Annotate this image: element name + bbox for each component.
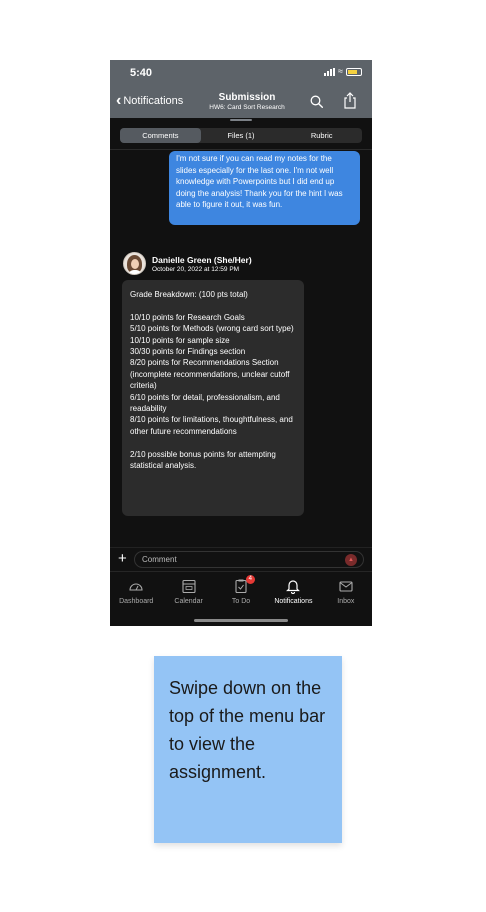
tab-dashboard[interactable]: Dashboard <box>110 572 162 626</box>
tab-notifications[interactable]: Notifications <box>267 572 319 626</box>
bottom-tab-bar: Dashboard Calendar 4 To Do Notifications… <box>110 571 372 626</box>
segmented-tabs: Comments Files (1) Rubric <box>120 128 362 143</box>
back-button[interactable]: ‹ Notifications <box>116 93 183 109</box>
status-bar: 5:40 ≈ <box>110 60 372 86</box>
drag-handle[interactable] <box>230 119 252 121</box>
status-icons: ≈ <box>324 67 362 76</box>
inbox-icon <box>339 581 353 592</box>
sticky-note-text: Swipe down on the top of the menu bar to… <box>169 678 326 782</box>
comment-date: October 20, 2022 at 12:59 PM <box>152 265 240 273</box>
page-subtitle: HW6: Card Sort Research <box>209 104 285 111</box>
tab-calendar[interactable]: Calendar <box>162 572 214 626</box>
plus-icon[interactable]: + <box>118 551 127 566</box>
tab-label: To Do <box>231 598 251 605</box>
calendar-icon <box>182 579 196 594</box>
tab-label: Inbox <box>337 598 355 605</box>
page-title: Submission <box>218 92 276 103</box>
divider <box>110 149 372 150</box>
tab-files[interactable]: Files (1) <box>201 128 282 143</box>
sticky-note: Swipe down on the top of the menu bar to… <box>154 656 342 843</box>
comment-input[interactable]: Comment <box>134 551 364 568</box>
comment-bar: + Comment ▲ <box>110 547 372 571</box>
tab-rubric[interactable]: Rubric <box>281 128 362 143</box>
tab-label: Calendar <box>174 598 203 605</box>
tab-inbox[interactable]: Inbox <box>320 572 372 626</box>
dashboard-icon <box>129 583 143 591</box>
send-button[interactable]: ▲ <box>345 554 357 566</box>
signal-icon <box>324 67 336 76</box>
student-message: I'm not sure if you can read my notes fo… <box>169 151 360 225</box>
status-time: 5:40 <box>130 67 153 79</box>
wifi-icon: ≈ <box>338 66 343 76</box>
bell-icon <box>286 580 301 594</box>
todo-badge: 4 <box>245 575 255 584</box>
search-icon[interactable] <box>310 95 323 108</box>
tab-label: Notifications <box>274 598 313 605</box>
instructor-message: Grade Breakdown: (100 pts total) 10/10 p… <box>122 280 304 516</box>
comment-author: Danielle Green (She/Her) October 20, 202… <box>123 252 252 275</box>
avatar[interactable] <box>123 252 146 275</box>
instructor-message-text: Grade Breakdown: (100 pts total) 10/10 p… <box>130 290 294 471</box>
share-icon[interactable] <box>343 92 357 109</box>
phone-screen: 5:40 ≈ ‹ Notifications Submission HW6: C… <box>110 60 372 626</box>
author-name: Danielle Green (She/Her) <box>152 254 252 265</box>
nav-title: Submission HW6: Card Sort Research <box>197 92 297 111</box>
home-indicator <box>194 619 288 622</box>
nav-bar: ‹ Notifications Submission HW6: Card Sor… <box>110 86 372 118</box>
chevron-left-icon: ‹ <box>116 92 122 109</box>
back-label: Notifications <box>123 95 184 107</box>
tab-todo[interactable]: 4 To Do <box>215 572 267 626</box>
battery-icon <box>346 67 362 76</box>
tab-comments[interactable]: Comments <box>120 128 201 143</box>
tab-label: Dashboard <box>119 598 154 605</box>
